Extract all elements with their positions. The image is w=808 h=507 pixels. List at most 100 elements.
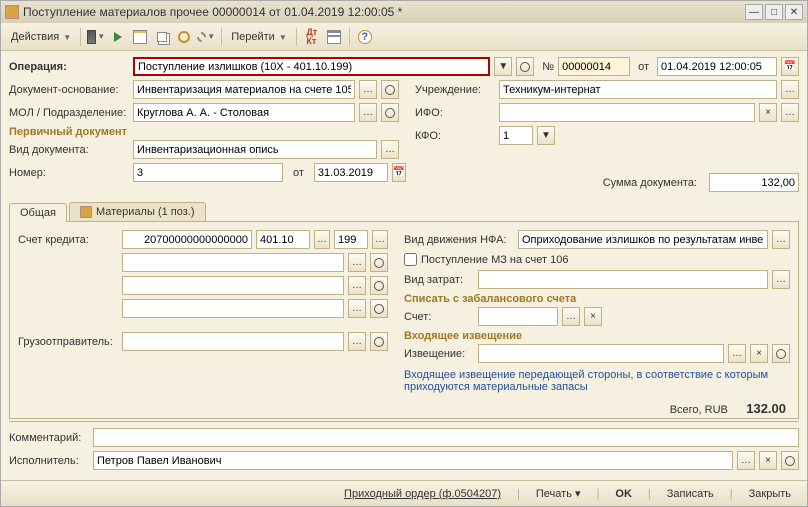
mol-search-button[interactable] — [381, 103, 399, 122]
credit3-select-button[interactable]: … — [372, 230, 388, 249]
ifo-select-button[interactable]: … — [781, 103, 799, 122]
receipt-order-link[interactable]: Приходный ордер (ф.0504207) — [336, 486, 509, 502]
mol-select-button[interactable]: … — [359, 103, 377, 122]
credit-extra1-search-button[interactable] — [370, 253, 388, 272]
docbase-search-button[interactable] — [381, 80, 399, 99]
kfo-dropdown-button[interactable]: ▼ — [537, 126, 555, 145]
footer: Приходный ордер (ф.0504207) | Печать ▾ |… — [1, 480, 807, 506]
nfa-input[interactable] — [518, 230, 768, 249]
credit-extra-3[interactable] — [122, 299, 344, 318]
credit-extra-1[interactable] — [122, 253, 344, 272]
kfo-label: КФО: — [415, 130, 495, 142]
primary-from-label: от — [293, 167, 304, 179]
save-icon[interactable]: ▼ — [86, 27, 106, 47]
institution-select-button[interactable]: … — [781, 80, 799, 99]
institution-input[interactable] — [499, 80, 777, 99]
credit-extra3-search-button[interactable] — [370, 299, 388, 318]
goto-menu[interactable]: Перейти ▼ — [227, 29, 291, 45]
calendar-icon[interactable]: 📅 — [781, 57, 799, 76]
close-window-button[interactable]: ✕ — [785, 4, 803, 20]
help-icon[interactable]: ? — [355, 27, 375, 47]
actions-menu[interactable]: Действия ▼ — [7, 29, 75, 45]
doc-date-input[interactable] — [657, 57, 777, 76]
executor-input[interactable] — [93, 451, 733, 470]
incoming-section: Входящее извещение — [404, 330, 790, 342]
report-icon[interactable] — [324, 27, 344, 47]
shipper-input[interactable] — [122, 332, 344, 351]
primary-calendar-icon[interactable]: 📅 — [392, 163, 406, 182]
save-button[interactable]: Записать — [659, 486, 722, 502]
account-clear-button[interactable]: × — [584, 307, 602, 326]
clone-icon[interactable] — [152, 27, 172, 47]
nfa-select-button[interactable]: … — [772, 230, 790, 249]
notice-select-button[interactable]: … — [728, 344, 746, 363]
account-select-button[interactable]: … — [562, 307, 580, 326]
mol-input[interactable] — [133, 103, 355, 122]
comment-input[interactable] — [93, 428, 799, 447]
shipper-label: Грузоотправитель: — [18, 336, 118, 348]
primary-num-input[interactable] — [133, 163, 283, 182]
executor-select-button[interactable]: … — [737, 451, 755, 470]
kfo-input[interactable] — [499, 126, 533, 145]
print-button[interactable]: Печать ▾ — [528, 485, 589, 502]
operation-dropdown-button[interactable]: ▼ — [494, 57, 512, 76]
cost-input[interactable] — [478, 270, 768, 289]
operation-search-button[interactable] — [516, 57, 534, 76]
docbase-select-button[interactable]: … — [359, 80, 377, 99]
credit-extra2-search-button[interactable] — [370, 276, 388, 295]
credit2-select-button[interactable]: … — [314, 230, 330, 249]
credit-input-1[interactable] — [122, 230, 252, 249]
ok-button[interactable]: OK — [607, 486, 640, 502]
credit-extra-2[interactable] — [122, 276, 344, 295]
doc-number-input[interactable] — [558, 57, 630, 76]
credit-label: Счет кредита: — [18, 234, 118, 246]
notice-search-button[interactable] — [772, 344, 790, 363]
docbase-input[interactable] — [133, 80, 355, 99]
ifo-clear-button[interactable]: × — [759, 103, 777, 122]
settings-icon[interactable]: ▼ — [196, 27, 216, 47]
offbalance-section: Списать с забалансового счета — [404, 293, 790, 305]
mz106-checkbox[interactable] — [404, 253, 417, 266]
history-icon[interactable] — [174, 27, 194, 47]
notice-label: Извещение: — [404, 348, 474, 360]
tab-materials[interactable]: Материалы (1 поз.) — [69, 202, 206, 221]
account-input[interactable] — [478, 307, 558, 326]
shipper-search-button[interactable] — [370, 332, 388, 351]
from-label: от — [638, 61, 649, 73]
new-doc-icon[interactable] — [130, 27, 150, 47]
total-label: Всего, RUB — [670, 404, 728, 416]
close-button[interactable]: Закрыть — [741, 486, 799, 502]
tab-general[interactable]: Общая — [9, 203, 67, 222]
mol-label: МОЛ / Подразделение: — [9, 107, 129, 119]
credit-extra1-select-button[interactable]: … — [348, 253, 366, 272]
credit-input-2[interactable] — [256, 230, 310, 249]
ifo-label: ИФО: — [415, 107, 495, 119]
post-icon[interactable] — [108, 27, 128, 47]
executor-search-button[interactable] — [781, 451, 799, 470]
ifo-input[interactable] — [499, 103, 755, 122]
dtkt-icon[interactable]: ДтКт — [302, 27, 322, 47]
sum-input[interactable] — [709, 173, 799, 192]
credit-extra2-select-button[interactable]: … — [348, 276, 366, 295]
credit-input-3[interactable] — [334, 230, 368, 249]
tabs: Общая Материалы (1 поз.) — [9, 202, 799, 222]
notice-input[interactable] — [478, 344, 724, 363]
cost-select-button[interactable]: … — [772, 270, 790, 289]
executor-clear-button[interactable]: × — [759, 451, 777, 470]
sum-label: Сумма документа: — [603, 177, 697, 189]
operation-input[interactable] — [133, 57, 490, 76]
doctype-label: Вид документа: — [9, 144, 129, 156]
executor-label: Исполнитель: — [9, 455, 89, 467]
doctype-input[interactable] — [133, 140, 377, 159]
docbase-label: Документ-основание: — [9, 84, 129, 96]
credit-extra3-select-button[interactable]: … — [348, 299, 366, 318]
shipper-select-button[interactable]: … — [348, 332, 366, 351]
operation-label: Операция: — [9, 61, 129, 73]
primary-date-input[interactable] — [314, 163, 388, 182]
app-icon — [5, 5, 19, 19]
doctype-select-button[interactable]: … — [381, 140, 399, 159]
notice-clear-button[interactable]: × — [750, 344, 768, 363]
maximize-button[interactable]: □ — [765, 4, 783, 20]
minimize-button[interactable]: — — [745, 4, 763, 20]
num-label: № — [542, 61, 554, 73]
